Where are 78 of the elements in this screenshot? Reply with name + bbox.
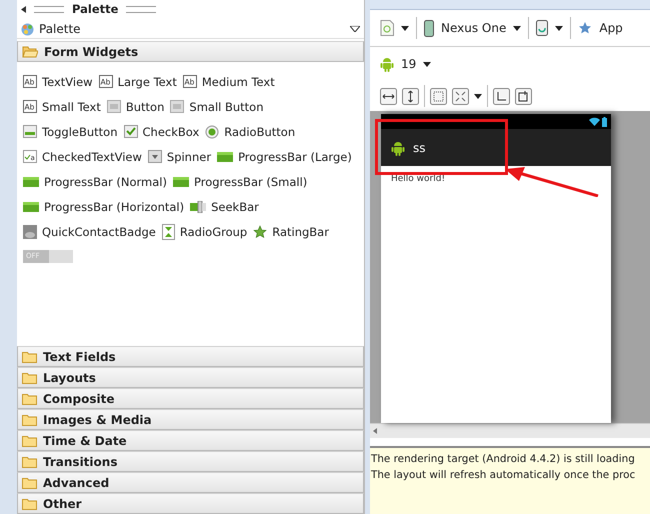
category-header[interactable]: Transitions — [17, 451, 364, 472]
wifi-icon — [589, 117, 600, 126]
folder-icon — [22, 434, 37, 446]
widget-item[interactable]: ToggleButton — [23, 124, 118, 138]
folder-icon — [22, 350, 37, 362]
panel-title: Palette — [72, 2, 118, 16]
collapse-arrow-icon[interactable] — [21, 6, 26, 12]
android-icon — [391, 140, 405, 156]
palette-icon — [21, 22, 34, 36]
app-title: ss — [413, 140, 426, 154]
scroll-left-icon[interactable] — [373, 428, 377, 434]
seek-bar-icon — [190, 200, 206, 212]
fit-width-icon[interactable] — [380, 88, 397, 104]
progress-bar-icon — [172, 176, 189, 186]
warning-message: The layout will refresh automatically once the proc — [371, 468, 636, 483]
folder-icon — [22, 414, 37, 426]
folder-icon — [22, 392, 37, 404]
widget-item[interactable]: RadioGroup — [162, 224, 248, 240]
open-folder-icon — [22, 46, 38, 58]
category-header[interactable]: Time & Date — [17, 430, 364, 451]
widget-item[interactable]: Button — [106, 100, 164, 114]
widget-item[interactable]: CheckBox — [124, 124, 200, 138]
category-header[interactable]: Images & Media — [17, 409, 364, 430]
api-level-dropdown[interactable]: 19 — [401, 57, 416, 71]
category-header[interactable]: Composite — [17, 388, 364, 409]
layout-toggle-icon[interactable] — [493, 88, 510, 104]
progress-bar-icon — [217, 152, 234, 162]
star-icon — [578, 21, 592, 35]
button-icon — [170, 100, 184, 113]
caret-icon[interactable] — [474, 94, 482, 98]
spinner-icon — [148, 150, 162, 163]
category-header[interactable]: Layouts — [17, 367, 364, 388]
android-icon — [380, 56, 394, 72]
fit-height-icon[interactable] — [402, 88, 419, 104]
category-header[interactable]: Form Widgets — [17, 41, 364, 62]
folder-icon — [22, 456, 37, 468]
widget-item[interactable]: ProgressBar (Horizontal) — [23, 200, 184, 214]
dropdown-caret-icon — [350, 26, 360, 32]
widget-item[interactable]: RadioButton — [205, 124, 296, 138]
device-dropdown[interactable]: Nexus One — [441, 21, 506, 35]
contact-badge-icon — [23, 224, 37, 238]
caret-icon[interactable] — [555, 26, 564, 30]
folder-icon — [22, 498, 37, 510]
phone-icon — [424, 20, 434, 36]
widget-item[interactable]: ProgressBar (Small) — [172, 174, 308, 188]
widget-item[interactable]: Small Button — [170, 100, 264, 114]
widget-item[interactable]: ProgressBar (Large) — [217, 150, 352, 164]
caret-icon[interactable] — [401, 26, 409, 30]
radio-group-icon — [162, 224, 175, 240]
document-icon[interactable] — [380, 20, 394, 36]
widget-item[interactable]: Spinner — [148, 150, 212, 164]
theme-dropdown[interactable]: App — [599, 21, 623, 35]
battery-icon — [602, 116, 607, 126]
button-icon — [106, 100, 121, 113]
category-header[interactable]: Advanced — [17, 472, 364, 493]
checkbox-icon — [124, 125, 138, 138]
category-header[interactable]: Text Fields — [17, 346, 364, 367]
folder-icon — [22, 372, 37, 384]
folder-icon — [22, 476, 37, 488]
zoom-fit-icon[interactable] — [452, 88, 469, 104]
widget-item[interactable]: ProgressBar (Normal) — [23, 174, 167, 188]
grid-icon[interactable] — [430, 88, 447, 104]
palette-dropdown[interactable]: Palette — [17, 20, 364, 39]
radio-icon — [205, 124, 220, 138]
widget-item[interactable]: SeekBar — [190, 200, 259, 214]
horizontal-scrollbar[interactable] — [370, 423, 650, 438]
widget-item[interactable]: RatingBar — [253, 224, 329, 238]
rotate-icon[interactable] — [536, 20, 548, 36]
clipping-icon[interactable] — [515, 88, 532, 104]
widget-item[interactable]: QuickContactBadge — [23, 224, 156, 238]
caret-icon[interactable] — [423, 62, 432, 66]
progress-bar-icon — [23, 202, 39, 212]
progress-bar-icon — [23, 176, 39, 186]
category-header[interactable]: Other — [17, 493, 364, 514]
caret-icon[interactable] — [513, 26, 522, 30]
warning-message: The rendering target (Android 4.4.2) is still loading — [371, 452, 636, 467]
star-icon — [253, 224, 268, 238]
toggle-icon — [23, 125, 37, 138]
